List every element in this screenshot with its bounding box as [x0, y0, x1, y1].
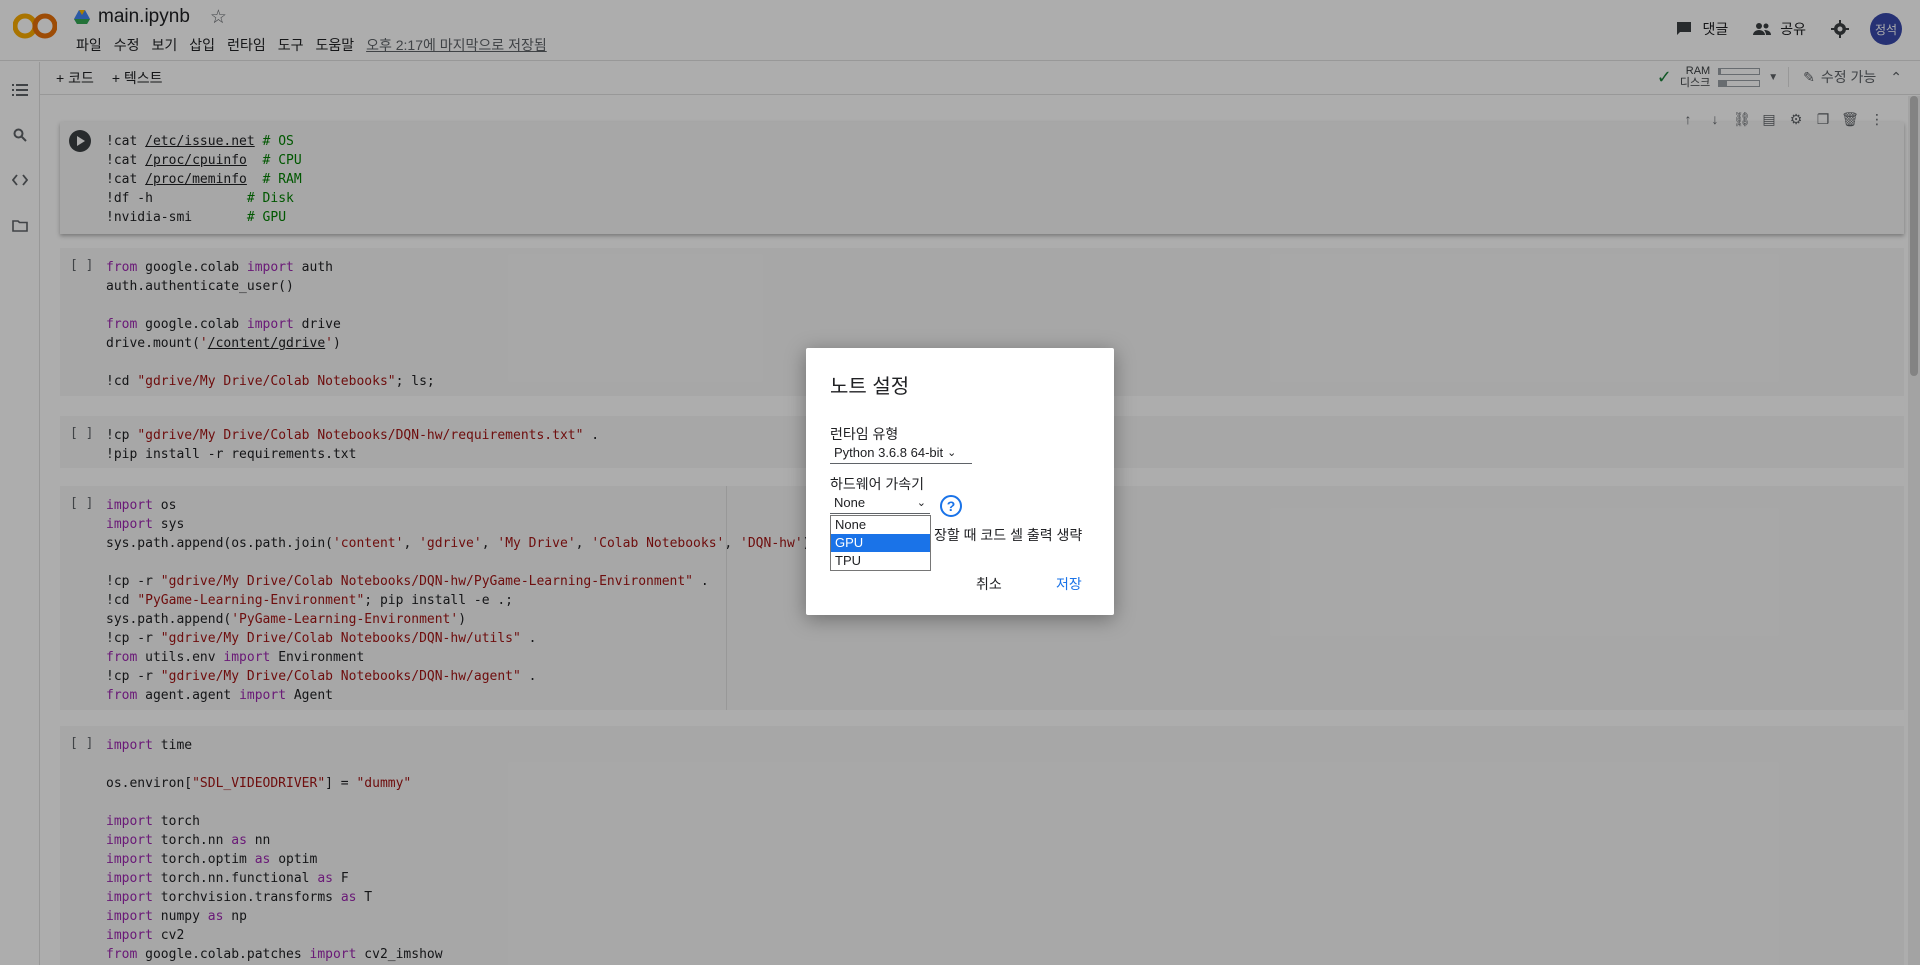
chevron-down-icon: ⌄ — [916, 497, 926, 509]
hardware-accelerator-select[interactable]: None ⌄ — [830, 492, 930, 514]
help-icon[interactable]: ? — [940, 495, 962, 517]
accelerator-option-none[interactable]: None — [831, 516, 930, 534]
accelerator-option-gpu[interactable]: GPU — [831, 534, 930, 552]
save-button[interactable]: 저장 — [1056, 574, 1082, 594]
accelerator-dropdown-list: None GPU TPU — [830, 515, 931, 571]
hardware-accelerator-value: None — [834, 495, 866, 510]
accelerator-option-tpu[interactable]: TPU — [831, 552, 930, 570]
runtime-type-select[interactable]: Python 3.6.8 64-bit ⌄ — [830, 442, 972, 464]
hardware-accelerator-label: 하드웨어 가속기 — [830, 476, 925, 492]
omit-output-checkbox-label[interactable]: 장할 때 코드 셀 출력 생략 — [934, 525, 1082, 545]
dialog-title: 노트 설정 — [830, 376, 910, 398]
notebook-settings-dialog: 노트 설정 런타임 유형 Python 3.6.8 64-bit ⌄ 하드웨어 … — [806, 348, 1114, 615]
chevron-down-icon: ⌄ — [947, 447, 957, 459]
cancel-button[interactable]: 취소 — [976, 574, 1002, 594]
runtime-type-label: 런타임 유형 — [830, 426, 899, 442]
runtime-type-value: Python 3.6.8 64-bit — [834, 445, 944, 460]
